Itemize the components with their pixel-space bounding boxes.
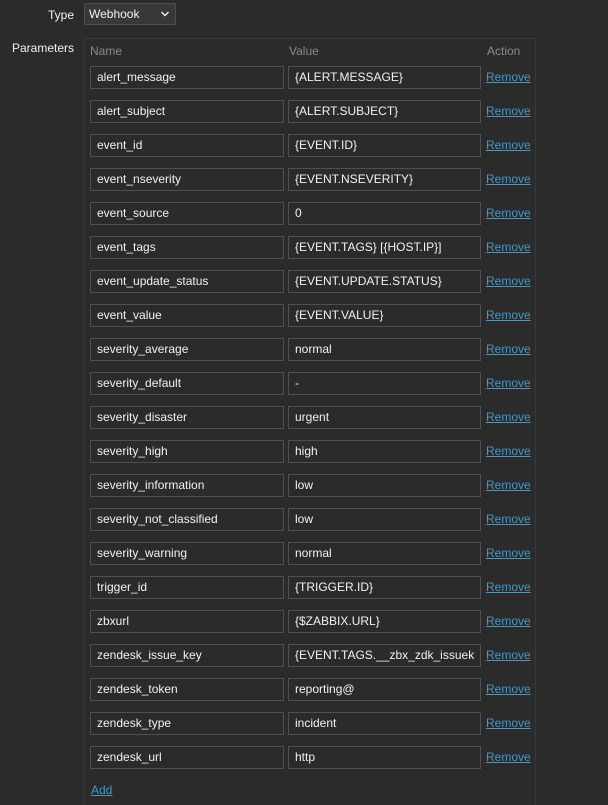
parameter-value-input[interactable]: {EVENT.ID} — [288, 134, 481, 157]
parameter-value-input[interactable]: {ALERT.MESSAGE} — [288, 66, 481, 89]
parameter-value-input[interactable]: 0 — [288, 202, 481, 225]
parameter-name-input[interactable]: severity_average — [90, 338, 284, 361]
parameter-name-input[interactable]: zbxurl — [90, 610, 284, 633]
remove-parameter-link[interactable]: Remove — [486, 682, 531, 696]
parameter-name-input[interactable]: event_nseverity — [90, 168, 284, 191]
remove-parameter-link[interactable]: Remove — [486, 716, 531, 730]
type-select[interactable]: Webhook — [84, 3, 176, 25]
parameter-value-input[interactable]: {EVENT.VALUE} — [288, 304, 481, 327]
parameter-value-input[interactable]: {EVENT.UPDATE.STATUS} — [288, 270, 481, 293]
parameter-value-input[interactable]: {TRIGGER.ID} — [288, 576, 481, 599]
add-parameter-link[interactable]: Add — [91, 783, 112, 797]
parameter-name-input[interactable]: zendesk_type — [90, 712, 284, 735]
remove-parameter-link[interactable]: Remove — [486, 172, 531, 186]
remove-parameter-link[interactable]: Remove — [486, 70, 531, 84]
remove-parameter-link[interactable]: Remove — [486, 138, 531, 152]
parameter-name-input[interactable]: event_source — [90, 202, 284, 225]
parameter-name-input[interactable]: event_id — [90, 134, 284, 157]
parameter-name-input[interactable]: alert_subject — [90, 100, 284, 123]
remove-parameter-link[interactable]: Remove — [486, 512, 531, 526]
parameter-value-input[interactable]: {$ZABBIX.URL} — [288, 610, 481, 633]
parameter-name-input[interactable]: severity_warning — [90, 542, 284, 565]
parameter-value-input[interactable]: - — [288, 372, 481, 395]
parameter-value-input[interactable]: {EVENT.NSEVERITY} — [288, 168, 481, 191]
parameter-value-input[interactable]: low — [288, 474, 481, 497]
parameter-name-input[interactable]: severity_disaster — [90, 406, 284, 429]
parameter-value-input[interactable]: {ALERT.SUBJECT} — [288, 100, 481, 123]
parameter-value-input[interactable]: urgent — [288, 406, 481, 429]
chevron-down-icon — [161, 11, 169, 17]
parameter-value-input[interactable]: high — [288, 440, 481, 463]
remove-parameter-link[interactable]: Remove — [486, 478, 531, 492]
parameter-value-input[interactable]: normal — [288, 542, 481, 565]
remove-parameter-link[interactable]: Remove — [486, 648, 531, 662]
parameter-value-input[interactable]: reporting@ — [288, 678, 481, 701]
parameter-name-input[interactable]: trigger_id — [90, 576, 284, 599]
parameter-name-input[interactable]: severity_default — [90, 372, 284, 395]
remove-parameter-link[interactable]: Remove — [486, 410, 531, 424]
parameter-name-input[interactable]: alert_message — [90, 66, 284, 89]
parameter-name-input[interactable]: zendesk_issue_key — [90, 644, 284, 667]
remove-parameter-link[interactable]: Remove — [486, 750, 531, 764]
type-label: Type — [47, 8, 74, 22]
column-header-name: Name — [90, 44, 123, 58]
parameter-name-input[interactable]: zendesk_token — [90, 678, 284, 701]
column-header-value: Value — [289, 44, 319, 58]
remove-parameter-link[interactable]: Remove — [486, 580, 531, 594]
parameter-value-input[interactable]: low — [288, 508, 481, 531]
remove-parameter-link[interactable]: Remove — [486, 342, 531, 356]
parameter-value-input[interactable]: normal — [288, 338, 481, 361]
column-header-action: Action — [487, 44, 521, 58]
parameter-name-input[interactable]: severity_high — [90, 440, 284, 463]
remove-parameter-link[interactable]: Remove — [486, 614, 531, 628]
parameter-name-input[interactable]: event_update_status — [90, 270, 284, 293]
parameter-value-input[interactable]: {EVENT.TAGS} [{HOST.IP}] — [288, 236, 481, 259]
parameter-value-input[interactable]: http — [288, 746, 481, 769]
remove-parameter-link[interactable]: Remove — [486, 104, 531, 118]
remove-parameter-link[interactable]: Remove — [486, 240, 531, 254]
remove-parameter-link[interactable]: Remove — [486, 376, 531, 390]
parameter-value-input[interactable]: incident — [288, 712, 481, 735]
parameter-name-input[interactable]: event_value — [90, 304, 284, 327]
remove-parameter-link[interactable]: Remove — [486, 274, 531, 288]
remove-parameter-link[interactable]: Remove — [486, 308, 531, 322]
remove-parameter-link[interactable]: Remove — [486, 546, 531, 560]
parameter-name-input[interactable]: zendesk_url — [90, 746, 284, 769]
remove-parameter-link[interactable]: Remove — [486, 444, 531, 458]
parameters-label: Parameters — [11, 41, 74, 55]
parameter-name-input[interactable]: severity_not_classified — [90, 508, 284, 531]
parameter-value-input[interactable]: {EVENT.TAGS.__zbx_zdk_issuek — [288, 644, 481, 667]
parameters-table: Name Value Action Add alert_message {ALER… — [84, 38, 536, 805]
parameter-name-input[interactable]: severity_information — [90, 474, 284, 497]
parameter-name-input[interactable]: event_tags — [90, 236, 284, 259]
remove-parameter-link[interactable]: Remove — [486, 206, 531, 220]
type-select-value: Webhook — [89, 7, 140, 21]
